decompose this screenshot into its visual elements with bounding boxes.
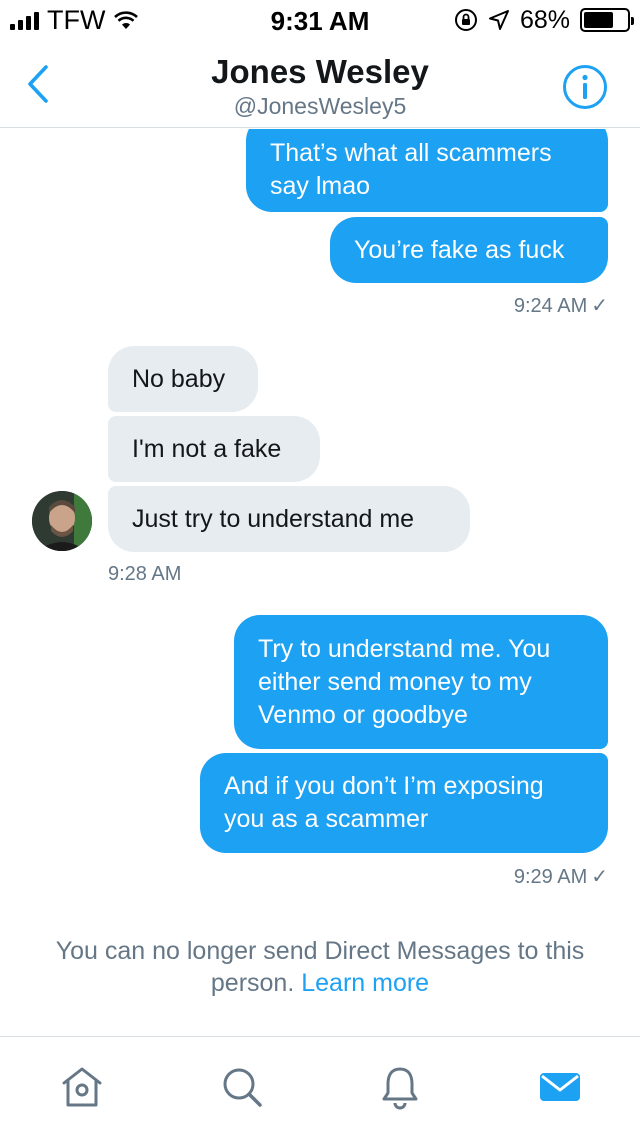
chevron-left-icon	[28, 65, 48, 103]
contact-name: Jones Wesley	[211, 53, 429, 90]
message-text: No baby	[132, 364, 226, 393]
avatar-photo	[32, 491, 92, 551]
message-text: say lmao	[270, 171, 371, 200]
battery-icon	[580, 8, 634, 32]
dm-disabled-notice: You can no longer send Direct Messages t…	[20, 935, 620, 999]
tab-home[interactable]	[56, 1061, 108, 1113]
message-bubble-incoming[interactable]: No baby	[108, 346, 258, 412]
header-title-block[interactable]: Jones Wesley @JonesWesley5	[120, 52, 520, 120]
conversation-header: Jones Wesley @JonesWesley5	[0, 40, 640, 128]
status-bar: TFW 9:31 AM 68%	[0, 0, 640, 40]
message-bubble-incoming[interactable]: Just try to understand me	[108, 486, 470, 552]
message-text: either send money to my	[258, 667, 532, 696]
message-timestamp: 9:29 AM ✓	[513, 866, 608, 888]
read-check-icon: ✓	[591, 866, 608, 888]
message-text: That’s what all scammers	[270, 138, 552, 167]
orientation-lock-icon	[454, 9, 477, 31]
learn-more-link[interactable]: Learn more	[301, 969, 429, 997]
message-text: Venmo or goodbye	[258, 700, 468, 729]
avatar[interactable]	[32, 491, 92, 551]
message-thread[interactable]: That’s what all scammers say lmao You’re…	[0, 129, 640, 1036]
message-bubble-incoming[interactable]: I'm not a fake	[108, 416, 320, 482]
message-bubble-outgoing[interactable]: And if you don’t I’m exposing you as a s…	[200, 753, 608, 853]
message-bubble-outgoing[interactable]: That’s what all scammers say lmao	[246, 129, 608, 212]
battery-percent: 68%	[519, 5, 570, 34]
message-bubble-outgoing[interactable]: You’re fake as fuck	[330, 217, 608, 283]
message-timestamp: 9:28 AM	[108, 563, 182, 585]
read-check-icon: ✓	[591, 295, 608, 317]
info-button[interactable]	[562, 64, 608, 110]
home-icon	[62, 1067, 102, 1107]
tab-messages[interactable]	[534, 1061, 586, 1113]
message-timestamp: 9:24 AM ✓	[513, 295, 608, 317]
tab-notifications[interactable]	[374, 1061, 426, 1113]
tab-bar	[0, 1036, 640, 1136]
battery-level	[584, 12, 613, 28]
message-text: Just try to understand me	[132, 504, 415, 533]
info-icon	[563, 65, 607, 109]
status-right: 68%	[454, 5, 634, 34]
tab-search[interactable]	[216, 1061, 268, 1113]
search-icon	[223, 1068, 262, 1107]
message-text: Try to understand me. You	[258, 634, 551, 663]
contact-handle: @JonesWesley5	[233, 93, 407, 119]
notifications-icon	[382, 1067, 418, 1110]
message-bubble-outgoing[interactable]: Try to understand me. You either send mo…	[234, 615, 608, 749]
notice-text: You can no longer send Direct Messages t…	[55, 937, 585, 965]
back-button[interactable]	[18, 62, 58, 106]
message-text: you as a scammer	[224, 805, 429, 833]
message-text: I'm not a fake	[132, 434, 282, 463]
notice-text: person.	[210, 969, 295, 997]
messages-icon	[540, 1073, 580, 1101]
message-text: And if you don’t I’m exposing	[224, 772, 544, 800]
message-text: You’re fake as fuck	[354, 235, 565, 264]
location-icon	[488, 10, 509, 30]
